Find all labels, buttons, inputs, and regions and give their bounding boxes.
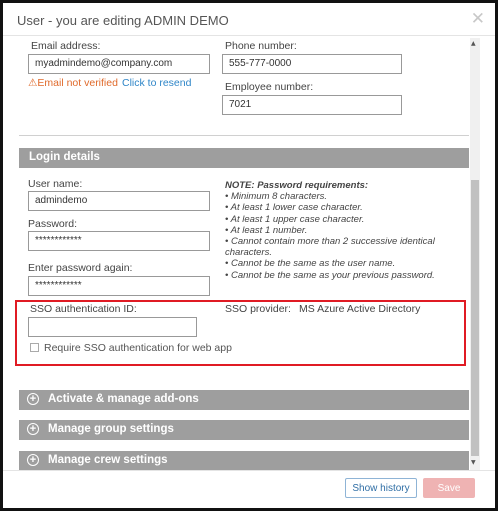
email-warning: ⚠Email not verified: [28, 77, 118, 89]
phone-field[interactable]: 555-777-0000: [222, 54, 402, 74]
password-again-label: Enter password again:: [28, 262, 133, 274]
require-sso-label: Require SSO authentication for web app: [44, 342, 232, 354]
sso-id-label: SSO authentication ID:: [30, 303, 137, 315]
username-field[interactable]: admindemo: [28, 191, 210, 211]
show-history-button[interactable]: Show history: [345, 478, 417, 498]
password-label: Password:: [28, 218, 78, 230]
employee-label: Employee number:: [225, 81, 314, 93]
section-addons-label: Activate & manage add-ons: [48, 393, 199, 405]
footer-divider: [3, 470, 495, 471]
save-button[interactable]: Save: [423, 478, 475, 498]
sso-provider-value: MS Azure Active Directory: [299, 303, 421, 315]
email-field[interactable]: myadmindemo@company.com: [28, 54, 210, 74]
login-details-header: Login details: [19, 148, 469, 168]
plus-circle-icon: +: [27, 454, 39, 466]
dialog-title: User - you are editing ADMIN DEMO: [17, 13, 229, 28]
section-group-settings[interactable]: + Manage group settings: [19, 420, 469, 440]
resend-link[interactable]: Click to resend: [122, 77, 191, 89]
requirement-item: Cannot be the same as your previous pass…: [225, 270, 465, 281]
dialog-titlebar: User - you are editing ADMIN DEMO ✕: [3, 3, 495, 36]
password-requirements-note: NOTE: Password requirements: Minimum 8 c…: [225, 180, 465, 281]
scroll-down-icon[interactable]: ▼: [471, 459, 476, 466]
scrollbar-thumb[interactable]: [471, 180, 479, 456]
password-field[interactable]: ************: [28, 231, 210, 251]
requirement-item: Cannot be the same as the user name.: [225, 258, 465, 269]
sso-provider-label: SSO provider:: [225, 303, 291, 315]
dialog-content: Email address: myadmindemo@company.com ⚠…: [3, 36, 495, 470]
password-again-field[interactable]: ************: [28, 276, 210, 296]
section-divider: [19, 135, 469, 136]
email-label: Email address:: [31, 40, 101, 52]
requirement-item: Cannot contain more than 2 successive id…: [225, 236, 465, 258]
requirement-item: At least 1 number.: [225, 225, 465, 236]
requirement-item: At least 1 upper case character.: [225, 214, 465, 225]
section-crew-settings-label: Manage crew settings: [48, 454, 168, 466]
plus-circle-icon: +: [27, 393, 39, 405]
requirement-item: Minimum 8 characters.: [225, 191, 465, 202]
employee-field[interactable]: 7021: [222, 95, 402, 115]
plus-circle-icon: +: [27, 423, 39, 435]
sso-id-field[interactable]: [28, 317, 197, 337]
close-icon[interactable]: ✕: [471, 9, 485, 29]
phone-label: Phone number:: [225, 40, 297, 52]
username-label: User name:: [28, 178, 83, 190]
require-sso-checkbox[interactable]: [30, 343, 39, 352]
note-title: NOTE: Password requirements:: [225, 180, 369, 191]
section-group-settings-label: Manage group settings: [48, 423, 174, 435]
section-crew-settings[interactable]: + Manage crew settings: [19, 451, 469, 470]
scroll-up-icon[interactable]: ▲: [471, 40, 476, 47]
requirement-item: At least 1 lower case character.: [225, 202, 465, 213]
section-addons[interactable]: + Activate & manage add-ons: [19, 390, 469, 410]
